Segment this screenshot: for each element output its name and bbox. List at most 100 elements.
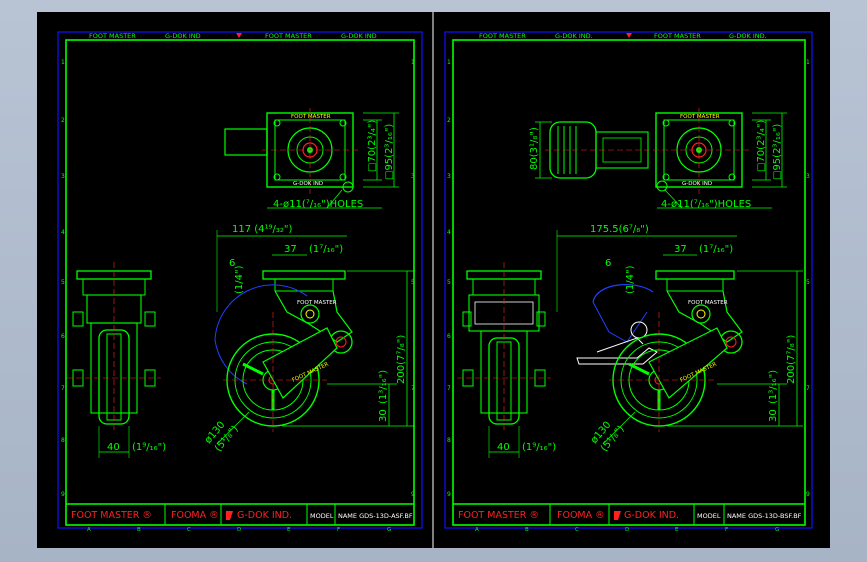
left-sheet: FOOT MASTER G-DOK IND FOOT MASTER G-DOK … [57,31,423,533]
col-label: D [625,527,629,533]
row-label: 8 [61,437,65,444]
row-label: 7 [806,385,810,392]
dim-width: 40 [107,442,120,453]
dim-30-in: (1³/₁₆") [378,370,389,404]
dim-top-plate-w: □95(2³/₁₆") [384,124,395,180]
left-front-view [67,262,161,432]
row-label: 1 [806,59,810,66]
dim-holes: 4-ø11(⁷/₁₆")HOLES [273,199,363,210]
row-label: 7 [411,385,415,392]
right-center-mark [626,33,632,38]
left-title-block: FOOT MASTER ® FOOMA ® G-DOK IND. MODEL N… [66,503,414,525]
left-top-view: FOOT MASTER G-DOK IND [224,108,359,194]
dim-30: 30 [768,409,779,422]
row-label: 3 [447,173,451,180]
col-label: D [237,527,241,533]
row-label: 9 [806,491,810,498]
dim-37-in: (1⁷/₁₆") [309,244,343,255]
dim-top-plate-h: □70(2³/₄") [756,120,767,172]
title-model-label: MODEL [310,512,334,520]
right-sheet: FOOT MASTER G-DOK IND. FOOT MASTER G-DOK… [444,31,813,533]
dim-top-plate-h: □70(2³/₄") [367,120,378,172]
right-header-2: G-DOK IND. [555,32,593,40]
right-header-1: FOOT MASTER [479,32,526,40]
row-label: 9 [61,491,65,498]
col-label: A [87,527,91,533]
plate-label: G-DOK IND [293,181,323,187]
dim-width-in: (1⁹/₁₆") [522,442,556,453]
gdok-logo-icon [614,511,621,520]
col-label: C [187,527,191,533]
dim-offset: 117 (4¹⁹/₃₂") [232,224,293,235]
dim-height: 200(7⁷/₈") [396,335,407,384]
dim-width: 40 [497,442,510,453]
arm-label: FOOT MASTER [297,300,337,306]
dim-pedal: 80(3¹/₈") [529,127,540,170]
row-label: 2 [61,117,65,124]
row-label: 5 [411,279,415,286]
right-side-view: FOOT MASTER FOOT MASTER [576,270,743,432]
row-label: 3 [61,173,65,180]
row-label: 3 [411,173,415,180]
dim-offset: 175.5(6⁷/₈") [590,224,649,235]
row-label: 4 [61,229,65,236]
row-label: 9 [411,491,415,498]
row-label: 6 [61,333,65,340]
row-label: 3 [806,173,810,180]
title-brand-3: G-DOK IND. [237,510,292,521]
dim-6-in: (1/4") [625,265,636,294]
cad-canvas[interactable]: FOOT MASTER G-DOK IND FOOT MASTER G-DOK … [37,12,830,548]
dim-37: 37 [284,244,297,255]
dim-height: 200(7⁷/₈") [786,335,797,384]
col-label: F [337,527,340,533]
row-label: 5 [61,279,65,286]
right-header-3: FOOT MASTER [654,32,701,40]
plate-label: FOOT MASTER [291,114,331,120]
plate-label: FOOT MASTER [680,114,720,120]
row-label: 7 [61,385,65,392]
dim-30: 30 [378,409,389,422]
dim-top-plate-w: □95(2³/₁₆") [772,124,783,180]
col-label: F [725,527,728,533]
col-label: E [287,527,291,533]
dim-6: 6 [605,258,611,269]
row-label: 8 [447,437,451,444]
plate-label: G-DOK IND [682,181,712,187]
col-label: C [575,527,579,533]
dim-holes: 4-ø11(⁷/₁₆")HOLES [661,199,751,210]
row-label: 5 [806,279,810,286]
col-label: B [525,527,529,533]
left-side-view: FOOT MASTER FOOT MASTER [214,270,353,432]
row-label: 1 [61,59,65,66]
right-top-view: FOOT MASTER G-DOK IND [545,108,749,194]
title-brand-3: G-DOK IND. [624,510,679,521]
col-label: G [387,527,391,533]
title-brand-1: FOOT MASTER ® [71,510,152,521]
title-brand-2: FOOMA ® [171,510,219,521]
title-model-value: NAME GDS-13D-BSF.BF [727,512,802,520]
dim-30-in: (1³/₁₆") [768,370,779,404]
row-label: 2 [447,117,451,124]
row-label: 5 [447,279,451,286]
col-label: B [137,527,141,533]
right-title-block: FOOT MASTER ® FOOMA ® G-DOK IND. MODEL N… [453,503,805,525]
left-header-3: FOOT MASTER [265,32,312,40]
row-label: 1 [447,59,451,66]
dim-6-in: (1/4") [234,265,245,294]
right-header-4: G-DOK IND. [729,32,767,40]
row-label: 7 [447,385,451,392]
dim-37-in: (1⁷/₁₆") [699,244,733,255]
col-label: A [475,527,479,533]
left-header-1: FOOT MASTER [89,32,136,40]
col-label: E [675,527,679,533]
title-model-value: NAME GDS-13D-ASF.BF [338,512,413,520]
left-header-2: G-DOK IND [165,32,201,40]
row-label: 4 [447,229,451,236]
arm-label: FOOT MASTER [688,300,728,306]
drawing-svg: FOOT MASTER G-DOK IND FOOT MASTER G-DOK … [57,12,813,548]
row-label: 9 [447,491,451,498]
row-label: 6 [447,333,451,340]
left-center-mark [236,33,242,38]
title-brand-2: FOOMA ® [557,510,605,521]
dim-37: 37 [674,244,687,255]
